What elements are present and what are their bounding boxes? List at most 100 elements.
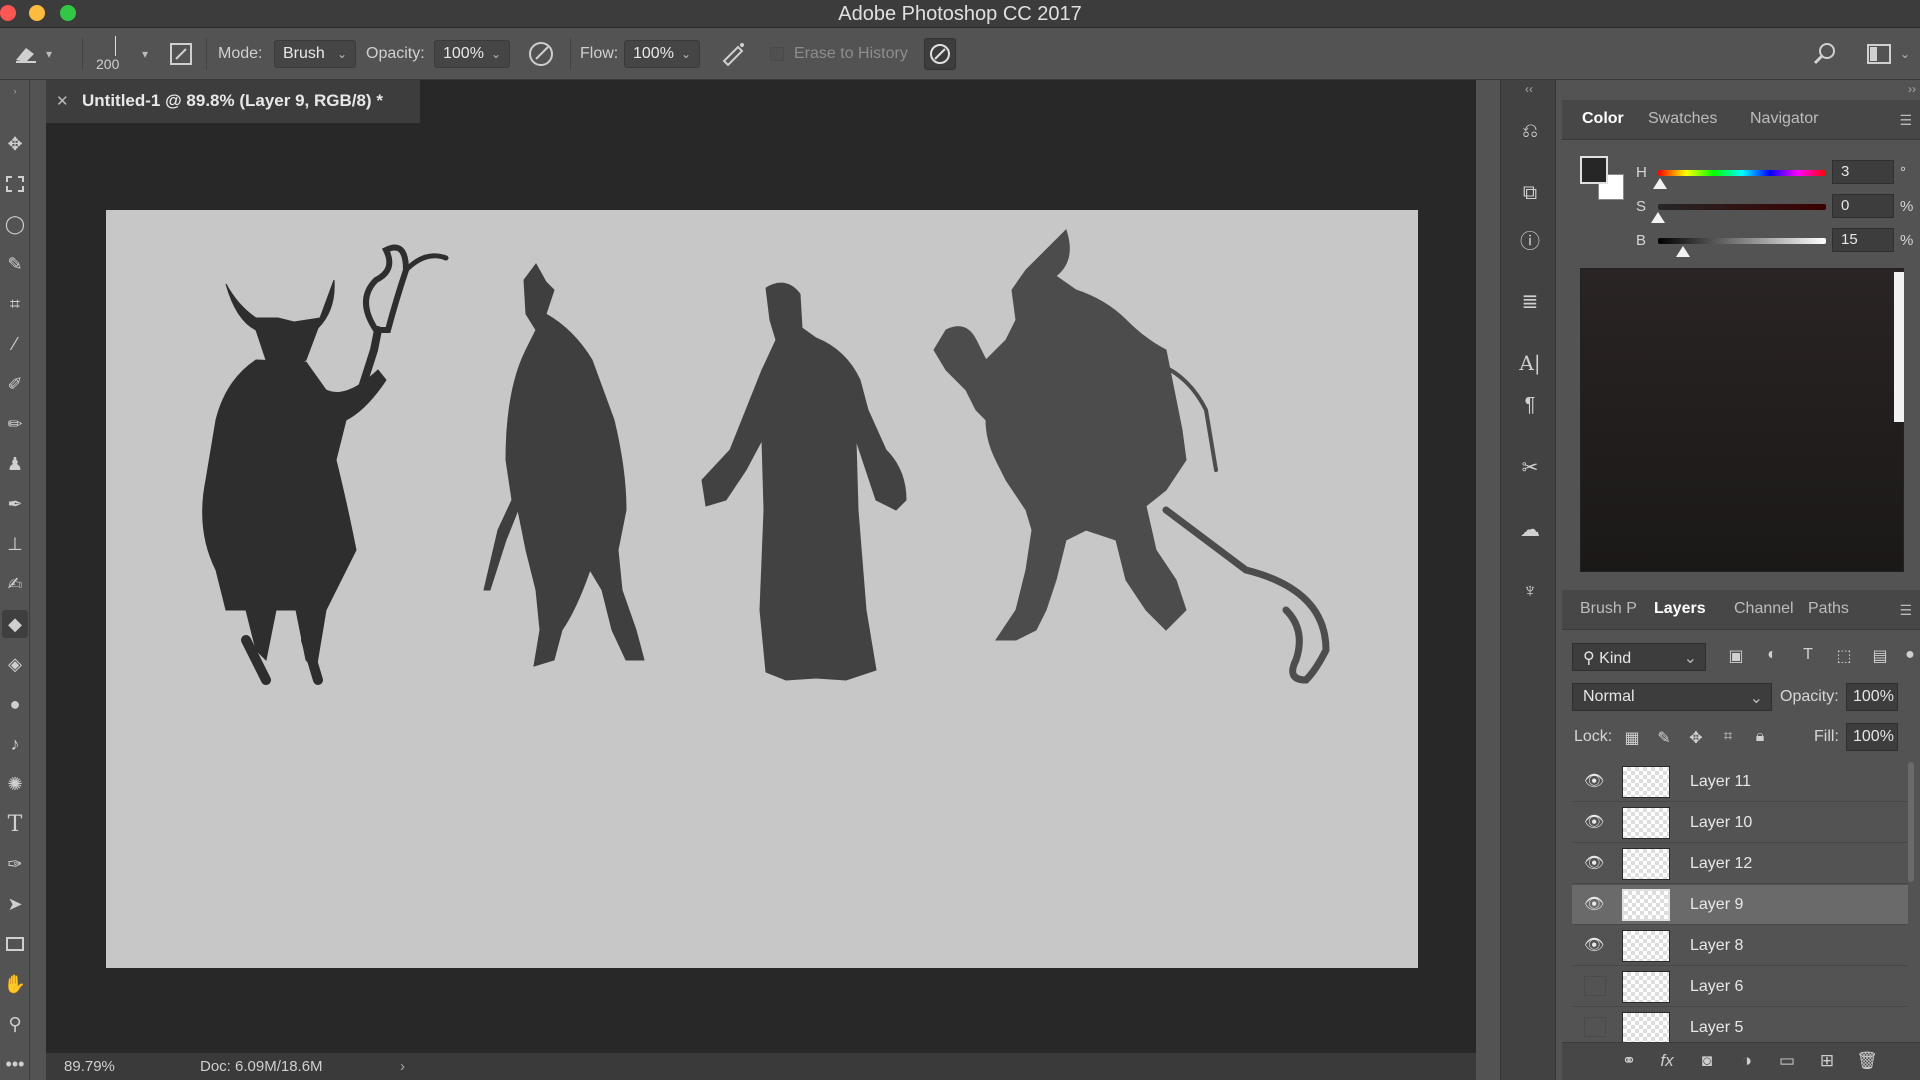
paragraph-panel-button[interactable]: ¶ <box>1515 390 1545 420</box>
delete-layer-icon[interactable]: 🗑︎ <box>1854 1051 1880 1075</box>
layer-row[interactable]: Layer 6 <box>1572 967 1908 1007</box>
pressure-opacity-toggle[interactable] <box>526 28 556 80</box>
brush-panel-toggle[interactable] <box>168 28 194 80</box>
blend-mode-dropdown[interactable]: Normal ⌄ <box>1572 683 1772 711</box>
brush-presets-panel-button[interactable]: ♆ <box>1515 576 1545 606</box>
art-history-tool[interactable]: ✍ <box>2 570 28 598</box>
paint-bucket-tool[interactable]: ◈ <box>2 650 28 678</box>
visibility-toggle-empty[interactable] <box>1584 976 1606 996</box>
tab-swatches[interactable]: Swatches <box>1648 110 1717 128</box>
airbrush-toggle[interactable] <box>718 28 748 80</box>
libraries-panel-button[interactable]: ☁ <box>1515 514 1545 544</box>
brightness-value-field[interactable]: 15 <box>1832 228 1894 252</box>
visibility-eye-icon[interactable]: 👁︎ <box>1584 935 1608 955</box>
layer-row[interactable]: 👁︎ Layer 9 <box>1572 885 1908 925</box>
tab-navigator[interactable]: Navigator <box>1750 110 1818 128</box>
history-brush-tool[interactable]: ✒ <box>2 490 28 518</box>
saturation-track[interactable] <box>1658 204 1826 210</box>
properties-panel-button[interactable]: ⧉ <box>1515 178 1545 208</box>
type-tool[interactable]: T <box>2 810 28 838</box>
hue-value-field[interactable]: 3 <box>1832 160 1894 184</box>
layer-row[interactable]: 👁︎ Layer 10 <box>1572 803 1908 843</box>
pressure-size-toggle[interactable] <box>924 28 956 80</box>
erase-to-history-option[interactable]: Erase to History <box>770 28 908 80</box>
layer-row[interactable]: 👁︎ Layer 11 <box>1572 762 1908 802</box>
opacity-field[interactable]: 100% ⌄ <box>434 40 510 68</box>
panel-menu-icon[interactable]: ☰ <box>1899 602 1912 619</box>
new-layer-icon[interactable]: ⊞ <box>1814 1051 1840 1075</box>
hand-tool[interactable]: ✋ <box>2 970 28 998</box>
lock-all-icon[interactable]: 🔒︎ <box>1748 728 1772 750</box>
lock-transparency-icon[interactable]: ▦ <box>1620 728 1644 750</box>
brush-picker-caret[interactable]: ▾ <box>136 28 148 80</box>
layer-style-icon[interactable]: fx <box>1654 1051 1680 1075</box>
more-tools-button[interactable]: ••• <box>2 1050 28 1078</box>
brush-size-picker[interactable]: 200 <box>96 28 119 80</box>
clone-stamp-tool[interactable]: ♟ <box>2 450 28 478</box>
color-spectrum-field[interactable] <box>1580 268 1904 572</box>
filter-smart-object-icon[interactable]: ▤ <box>1868 646 1892 668</box>
move-tool[interactable]: ✥ <box>2 130 28 158</box>
crop-tool[interactable]: ⌗ <box>2 290 28 318</box>
history-panel-button[interactable]: ⎌ <box>1515 116 1545 146</box>
lasso-tool[interactable]: ◯ <box>2 210 28 238</box>
lock-artboard-icon[interactable]: ⌗ <box>1716 728 1740 750</box>
saturation-thumb[interactable] <box>1651 212 1665 223</box>
filter-pixel-icon[interactable]: ▣ <box>1724 646 1748 668</box>
visibility-eye-icon[interactable]: 👁︎ <box>1584 812 1608 832</box>
character-panel-button[interactable]: A| <box>1515 348 1545 378</box>
new-group-icon[interactable]: ▭ <box>1774 1051 1800 1075</box>
brightness-slider[interactable]: B 15 % <box>1562 228 1920 257</box>
layer-list-scrollbar[interactable] <box>1908 762 1914 882</box>
visibility-eye-icon[interactable]: 👁︎ <box>1584 894 1608 914</box>
brush-tool[interactable]: ✏ <box>2 410 28 438</box>
eyedropper-tool[interactable]: ⁄ <box>2 330 28 358</box>
lock-pixels-icon[interactable]: ✎ <box>1652 728 1676 750</box>
tab-channels[interactable]: Channel <box>1734 600 1794 618</box>
workspace-switcher[interactable]: ⌄ <box>1866 28 1910 80</box>
zoom-level[interactable]: 89.79% <box>64 1058 115 1075</box>
add-mask-icon[interactable]: ◙ <box>1694 1051 1720 1075</box>
canvas[interactable] <box>106 210 1418 968</box>
layer-row[interactable]: 👁︎ Layer 8 <box>1572 926 1908 966</box>
path-selection-tool[interactable]: ➤ <box>2 890 28 918</box>
layer-kind-filter[interactable]: ⚲ Kind ⌄ <box>1572 643 1706 671</box>
fill-field[interactable]: 100% <box>1846 723 1898 751</box>
search-button[interactable] <box>1812 28 1838 80</box>
eraser-tool[interactable]: ◆ <box>2 610 28 638</box>
dodge-tool[interactable]: ♪ <box>2 730 28 758</box>
lock-position-icon[interactable]: ✥ <box>1684 728 1708 750</box>
marquee-tool[interactable] <box>2 170 28 198</box>
document-tab[interactable]: ✕ Untitled-1 @ 89.8% (Layer 9, RGB/8) * <box>46 80 420 124</box>
flow-field[interactable]: 100% ⌄ <box>624 40 700 68</box>
healing-brush-tool[interactable]: ✐ <box>2 370 28 398</box>
sponge-tool[interactable]: ✺ <box>2 770 28 798</box>
stamp-tool[interactable]: ⊥ <box>2 530 28 558</box>
rectangle-tool[interactable] <box>2 930 28 958</box>
tab-color[interactable]: Color <box>1582 110 1624 128</box>
pen-tool[interactable]: ✑ <box>2 850 28 878</box>
erase-to-history-checkbox[interactable] <box>770 47 784 61</box>
hue-slider[interactable]: H 3 ° <box>1562 160 1920 189</box>
tab-brush-presets[interactable]: Brush P <box>1580 600 1637 618</box>
quick-selection-tool[interactable]: ✎ <box>2 250 28 278</box>
dock-collapse-icon[interactable]: ‹‹ <box>1501 82 1557 96</box>
eraser-tool-preset[interactable]: ▾ <box>12 28 52 80</box>
color-ramp-strip[interactable] <box>1894 272 1904 422</box>
layer-row[interactable]: Layer 5 <box>1572 1008 1908 1042</box>
visibility-toggle-empty[interactable] <box>1584 1017 1606 1037</box>
filter-shape-icon[interactable]: ⬚ <box>1832 646 1856 668</box>
filter-type-icon[interactable]: T <box>1796 646 1820 668</box>
tab-paths[interactable]: Paths <box>1808 600 1849 618</box>
filter-adjustment-icon[interactable]: ◐ <box>1760 646 1784 668</box>
filter-toggle-icon[interactable]: ● <box>1898 646 1920 668</box>
panel-menu-icon[interactable]: ☰ <box>1899 112 1912 129</box>
layer-row[interactable]: 👁︎ Layer 12 <box>1572 844 1908 884</box>
close-document-icon[interactable]: ✕ <box>56 92 69 110</box>
new-adjustment-layer-icon[interactable]: ◑ <box>1734 1051 1760 1075</box>
brightness-thumb[interactable] <box>1676 246 1691 257</box>
hue-thumb[interactable] <box>1652 178 1667 189</box>
hue-track[interactable] <box>1658 170 1826 176</box>
saturation-slider[interactable]: S 0 % <box>1562 194 1920 223</box>
clone-source-panel-button[interactable]: ≣ <box>1515 286 1545 316</box>
